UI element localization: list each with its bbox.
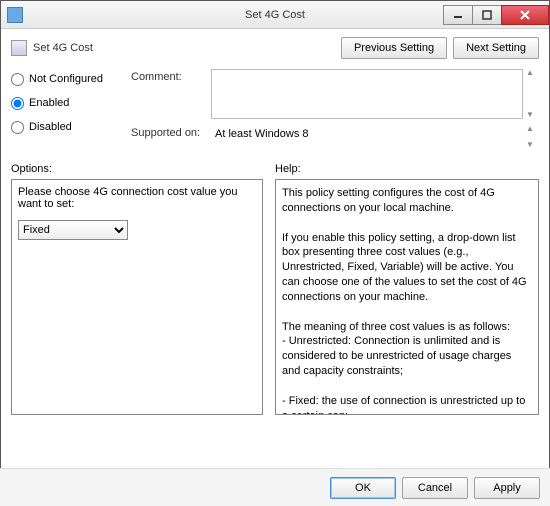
scroll-down-icon[interactable]: ▼: [523, 141, 537, 149]
ok-button[interactable]: OK: [330, 477, 396, 499]
options-section-label: Options:: [11, 163, 269, 175]
radio-not-configured-input[interactable]: [11, 73, 24, 86]
options-panel: Please choose 4G connection cost value y…: [11, 179, 263, 415]
radio-enabled-input[interactable]: [11, 97, 24, 110]
previous-setting-button[interactable]: Previous Setting: [341, 37, 447, 59]
scroll-up-icon[interactable]: ▲: [523, 125, 537, 133]
policy-title: Set 4G Cost: [33, 42, 93, 54]
radio-enabled[interactable]: Enabled: [11, 93, 123, 113]
next-setting-button[interactable]: Next Setting: [453, 37, 539, 59]
radio-not-configured[interactable]: Not Configured: [11, 69, 123, 89]
radio-enabled-label: Enabled: [29, 97, 69, 109]
comment-label: Comment:: [131, 69, 211, 83]
scroll-down-icon[interactable]: ▼: [523, 111, 537, 119]
help-section-label: Help:: [275, 163, 539, 175]
app-icon: [7, 7, 23, 23]
minimize-button[interactable]: [443, 5, 473, 25]
policy-icon: [11, 40, 27, 56]
close-button[interactable]: [501, 5, 549, 25]
radio-disabled[interactable]: Disabled: [11, 117, 123, 137]
comment-textarea[interactable]: [211, 69, 523, 119]
help-panel: This policy setting configures the cost …: [275, 179, 539, 415]
window-title: Set 4G Cost: [245, 9, 305, 21]
supported-label: Supported on:: [131, 125, 211, 139]
radio-not-configured-label: Not Configured: [29, 73, 103, 85]
supported-scroll[interactable]: ▲▼: [523, 125, 537, 149]
state-radio-group: Not Configured Enabled Disabled: [11, 69, 123, 149]
supported-text: At least Windows 8: [211, 125, 523, 149]
apply-button[interactable]: Apply: [474, 477, 540, 499]
maximize-button[interactable]: [472, 5, 502, 25]
cost-value-dropdown[interactable]: Fixed: [18, 220, 128, 240]
radio-disabled-input[interactable]: [11, 121, 24, 134]
options-prompt: Please choose 4G connection cost value y…: [18, 186, 256, 210]
dialog-footer: OK Cancel Apply: [0, 468, 550, 506]
titlebar: Set 4G Cost: [1, 1, 549, 29]
scroll-up-icon[interactable]: ▲: [523, 69, 537, 77]
cancel-button[interactable]: Cancel: [402, 477, 468, 499]
comment-scroll[interactable]: ▲▼: [523, 69, 537, 119]
radio-disabled-label: Disabled: [29, 121, 72, 133]
